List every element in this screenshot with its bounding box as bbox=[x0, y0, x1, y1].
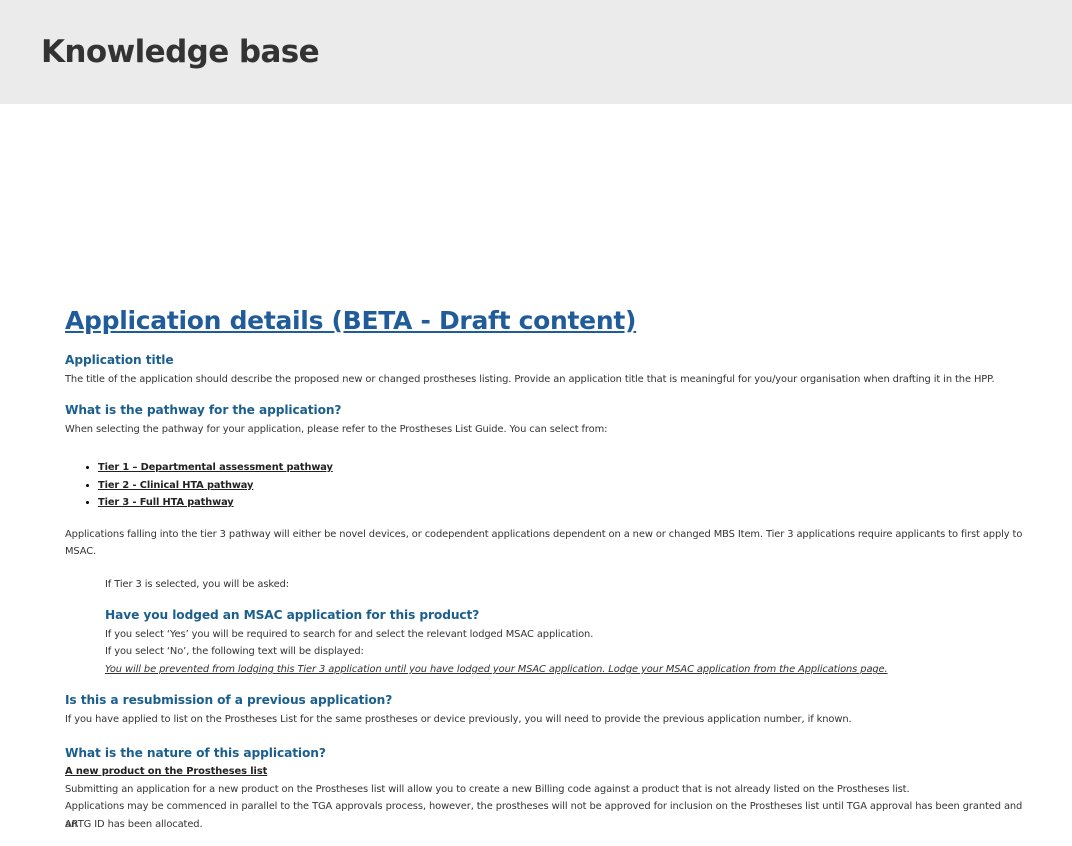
page-title-link[interactable]: Application details (BETA - Draft conten… bbox=[65, 306, 636, 336]
application-title-text: The title of the application should desc… bbox=[65, 374, 995, 385]
tier-2-link[interactable]: Tier 2 - Clinical HTA pathway bbox=[98, 480, 253, 491]
heading-resubmission: Is this a resubmission of a previous app… bbox=[65, 693, 393, 707]
resubmission-text: If you have applied to list on the Prost… bbox=[65, 714, 852, 725]
tier-list: Tier 1 – Departmental assessment pathway… bbox=[82, 459, 333, 512]
nature-text-1: Submitting an application for a new prod… bbox=[65, 784, 910, 795]
new-product-subheading: A new product on the Prostheses list bbox=[65, 766, 268, 777]
msac-yes-text: If you select ‘Yes’ you will be required… bbox=[105, 629, 594, 640]
tier-1-link[interactable]: Tier 1 – Departmental assessment pathway bbox=[98, 462, 333, 473]
tier-3-link[interactable]: Tier 3 - Full HTA pathway bbox=[98, 497, 234, 508]
heading-msac: Have you lodged an MSAC application for … bbox=[105, 608, 480, 622]
if-tier3-text: If Tier 3 is selected, you will be asked… bbox=[105, 579, 290, 590]
tier3-note-line2: MSAC. bbox=[65, 546, 97, 557]
heading-application-title: Application title bbox=[65, 353, 174, 367]
list-item: Tier 3 - Full HTA pathway bbox=[98, 494, 333, 512]
nature-text-2-line1: Applications may be commenced in paralle… bbox=[65, 801, 1023, 830]
nature-text-2-line2: ARTG ID has been allocated. bbox=[65, 819, 203, 830]
msac-no-text: If you select ‘No’, the following text w… bbox=[105, 646, 364, 657]
msac-warning-text: You will be prevented from lodging this … bbox=[105, 664, 888, 675]
list-item: Tier 1 – Departmental assessment pathway bbox=[98, 459, 333, 477]
pathway-intro-text: When selecting the pathway for your appl… bbox=[65, 424, 608, 435]
list-item: Tier 2 - Clinical HTA pathway bbox=[98, 477, 333, 495]
tier3-note-line1: Applications falling into the tier 3 pat… bbox=[65, 529, 1023, 540]
knowledge-base-title: Knowledge base bbox=[41, 34, 320, 70]
top-banner: Knowledge base bbox=[0, 0, 1072, 104]
heading-nature: What is the nature of this application? bbox=[65, 746, 326, 760]
heading-pathway: What is the pathway for the application? bbox=[65, 403, 342, 417]
